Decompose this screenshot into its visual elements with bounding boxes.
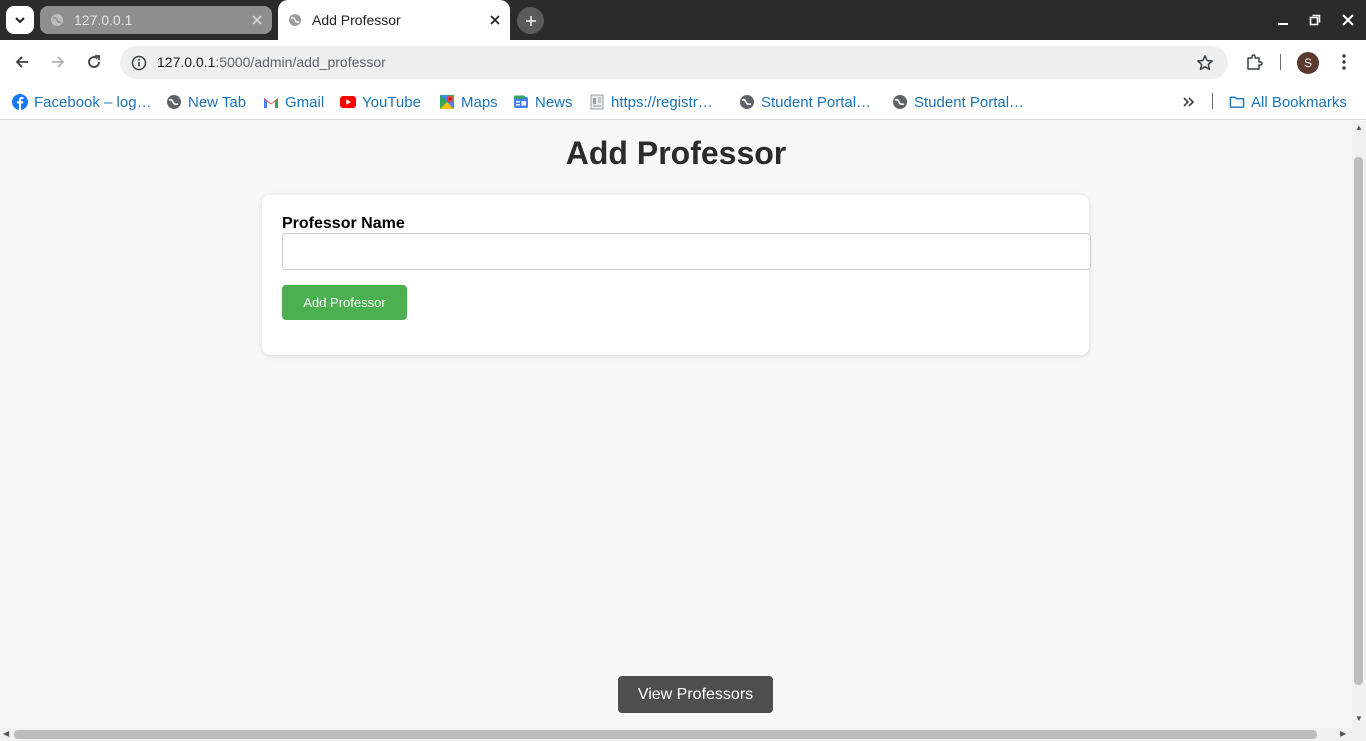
scroll-up-arrow-icon[interactable]: ▲	[1355, 124, 1363, 132]
tab-strip: 127.0.0.1 Add Professor	[0, 0, 1366, 40]
window-close-button[interactable]	[1336, 8, 1360, 32]
toolbar-divider	[1280, 54, 1281, 70]
vertical-scrollbar[interactable]: ▲ ▼	[1352, 121, 1366, 728]
bookmark-label: Facebook – log…	[34, 93, 152, 111]
chevron-down-icon	[15, 17, 25, 24]
scrollbar-corner	[1352, 728, 1366, 741]
maps-icon	[439, 94, 455, 110]
all-bookmarks-label: All Bookmarks	[1251, 93, 1347, 111]
bookmark-news[interactable]: News	[513, 91, 573, 113]
bookmark-student-portal-1[interactable]: Student Portal…	[739, 91, 871, 113]
bookmark-label: YouTube	[362, 93, 421, 111]
close-icon[interactable]	[246, 9, 268, 31]
more-menu-icon[interactable]	[1332, 50, 1356, 74]
url-text[interactable]: 127.0.0.1:5000/admin/add_professor	[157, 54, 386, 70]
globe-icon	[288, 13, 302, 27]
globe-icon	[166, 94, 182, 110]
site-info-icon[interactable]	[128, 52, 150, 74]
bookmark-maps[interactable]: Maps	[439, 91, 498, 113]
bookmark-label: Student Portal…	[914, 93, 1025, 111]
facebook-icon	[12, 94, 28, 110]
professor-name-input[interactable]	[282, 233, 1091, 270]
all-bookmarks-button[interactable]: All Bookmarks	[1229, 91, 1347, 113]
tab-title: Add Professor	[312, 12, 401, 28]
bookmark-label: Gmail	[285, 93, 325, 111]
tab-inactive[interactable]: 127.0.0.1	[40, 6, 272, 34]
bookmark-star-icon[interactable]	[1194, 52, 1216, 74]
close-icon	[1342, 14, 1354, 26]
news-icon	[513, 94, 529, 110]
plus-icon	[525, 15, 536, 26]
bookmark-label: News	[535, 93, 573, 111]
bookmark-registration[interactable]: https://registr…	[589, 91, 713, 113]
arrow-right-icon	[52, 56, 65, 68]
bookmark-facebook[interactable]: Facebook – log…	[12, 91, 152, 113]
double-chevron-right-icon	[1183, 97, 1195, 107]
scroll-right-arrow-icon[interactable]: ▶	[1340, 730, 1346, 738]
bookmark-label: Maps	[461, 93, 498, 111]
page-title: Add Professor	[565, 135, 787, 171]
add-professor-button[interactable]: Add Professor	[282, 285, 407, 320]
globe-icon	[892, 94, 908, 110]
minimize-icon	[1278, 23, 1288, 25]
professor-name-label: Professor Name	[282, 215, 405, 232]
profile-avatar[interactable]: S	[1297, 52, 1319, 74]
bookmarks-bar: Facebook – log… New Tab Gmail YouTube Ma…	[0, 84, 1366, 120]
reload-button[interactable]	[80, 48, 108, 76]
bookmark-student-portal-2[interactable]: Student Portal…	[892, 91, 1024, 113]
view-professors-button[interactable]: View Professors	[618, 676, 773, 713]
browser-toolbar: 127.0.0.1:5000/admin/add_professor S	[0, 40, 1366, 84]
url-host: 127.0.0.1	[157, 54, 216, 70]
scroll-down-arrow-icon[interactable]: ▼	[1355, 715, 1363, 723]
new-tab-button[interactable]	[517, 7, 544, 34]
bookmark-label: https://registr…	[611, 93, 713, 111]
youtube-icon	[340, 94, 356, 110]
gmail-icon	[263, 94, 279, 110]
close-icon[interactable]	[484, 9, 506, 31]
arrow-left-icon	[15, 56, 28, 68]
bookmark-label: Student Portal…	[761, 93, 872, 111]
bookmark-label: New Tab	[188, 93, 247, 111]
bookmark-new-tab[interactable]: New Tab	[166, 91, 246, 113]
tab-search-button[interactable]	[6, 6, 34, 34]
bookmark-gmail[interactable]: Gmail	[263, 91, 324, 113]
restore-button[interactable]	[1303, 8, 1327, 32]
url-path: :5000/admin/add_professor	[215, 54, 386, 70]
horizontal-scrollbar[interactable]: ◀ ▶	[0, 728, 1352, 741]
forward-button[interactable]	[44, 48, 72, 76]
horizontal-scroll-thumb[interactable]	[14, 730, 1317, 739]
globe-icon	[739, 94, 755, 110]
tab-active[interactable]: Add Professor	[278, 0, 510, 40]
restore-icon	[1309, 14, 1321, 26]
folder-icon	[1229, 94, 1245, 110]
minimize-button[interactable]	[1271, 8, 1295, 32]
page-content: Add Professor Professor Name Add Profess…	[0, 121, 1352, 728]
scroll-left-arrow-icon[interactable]: ◀	[3, 730, 9, 738]
address-bar[interactable]: 127.0.0.1:5000/admin/add_professor	[120, 46, 1228, 79]
bookmarks-divider	[1212, 93, 1213, 109]
back-button[interactable]	[8, 48, 36, 76]
document-icon	[589, 94, 605, 110]
globe-icon	[50, 13, 64, 27]
tab-title: 127.0.0.1	[74, 12, 133, 28]
vertical-scroll-thumb[interactable]	[1354, 157, 1363, 685]
reload-icon	[88, 55, 100, 68]
add-professor-form: Professor Name Add Professor	[262, 195, 1091, 355]
bookmark-youtube[interactable]: YouTube	[340, 91, 421, 113]
bookmarks-overflow-button[interactable]	[1182, 91, 1196, 113]
extensions-icon[interactable]	[1242, 50, 1266, 74]
